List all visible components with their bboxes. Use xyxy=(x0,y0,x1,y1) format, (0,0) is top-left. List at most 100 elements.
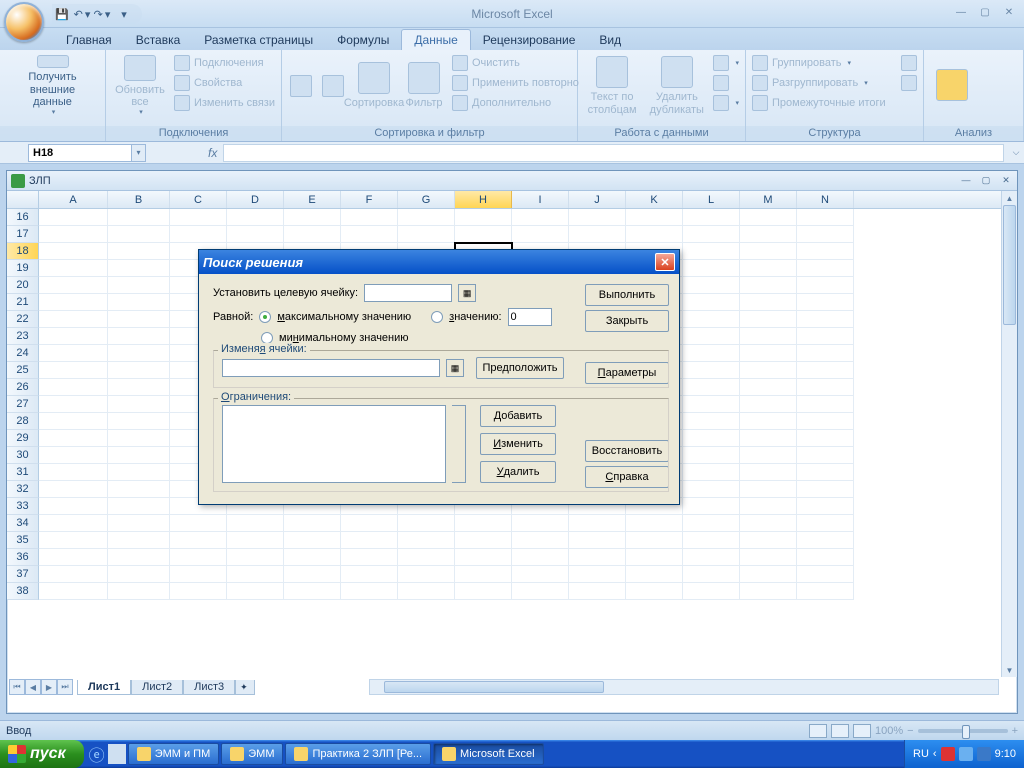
cell[interactable] xyxy=(683,260,740,277)
cell[interactable] xyxy=(39,328,108,345)
cell[interactable] xyxy=(569,226,626,243)
cell[interactable] xyxy=(108,583,170,600)
cell[interactable] xyxy=(341,532,398,549)
tab-Вставка[interactable]: Вставка xyxy=(124,30,193,50)
row-header[interactable]: 33 xyxy=(7,498,39,515)
cell[interactable] xyxy=(170,209,227,226)
cell[interactable] xyxy=(398,566,455,583)
cell[interactable] xyxy=(39,447,108,464)
cell[interactable] xyxy=(455,566,512,583)
cell[interactable] xyxy=(797,413,854,430)
page-layout-view-button[interactable] xyxy=(831,724,849,738)
cell[interactable] xyxy=(108,549,170,566)
formula-input[interactable] xyxy=(223,144,1004,162)
sheet-tab[interactable]: Лист3 xyxy=(183,680,235,695)
changing-cells-input[interactable] xyxy=(222,359,440,377)
cell[interactable] xyxy=(683,532,740,549)
cell[interactable] xyxy=(39,481,108,498)
cell[interactable] xyxy=(108,345,170,362)
cell[interactable] xyxy=(797,243,854,260)
cell[interactable] xyxy=(108,260,170,277)
cell[interactable] xyxy=(108,277,170,294)
cell[interactable] xyxy=(626,583,683,600)
list-scrollbar[interactable] xyxy=(452,405,466,483)
fx-icon[interactable]: fx xyxy=(208,146,217,160)
cell[interactable] xyxy=(227,515,284,532)
filter-button[interactable]: Фильтр xyxy=(400,53,448,119)
cell[interactable] xyxy=(455,515,512,532)
first-sheet-icon[interactable]: ⏮ xyxy=(9,679,25,695)
cell[interactable] xyxy=(740,260,797,277)
normal-view-button[interactable] xyxy=(809,724,827,738)
new-sheet-button[interactable]: ✦ xyxy=(235,680,255,695)
cell[interactable] xyxy=(341,209,398,226)
cell[interactable] xyxy=(683,294,740,311)
cell[interactable] xyxy=(398,549,455,566)
cell[interactable] xyxy=(455,549,512,566)
cell[interactable] xyxy=(39,362,108,379)
column-header[interactable]: E xyxy=(284,191,341,208)
cell[interactable] xyxy=(797,430,854,447)
column-header[interactable]: C xyxy=(170,191,227,208)
sort-asc-button[interactable] xyxy=(286,53,316,119)
assume-button[interactable]: Предположить xyxy=(476,357,564,379)
target-cell-input[interactable] xyxy=(364,284,452,302)
cell[interactable] xyxy=(797,345,854,362)
wb-restore-icon[interactable]: ▢ xyxy=(977,173,995,187)
cell[interactable] xyxy=(170,566,227,583)
column-header[interactable]: D xyxy=(227,191,284,208)
display-icon[interactable] xyxy=(977,747,991,761)
cell[interactable] xyxy=(740,328,797,345)
cell[interactable] xyxy=(455,209,512,226)
ref-picker-icon[interactable]: ▦ xyxy=(446,359,464,377)
row-header[interactable]: 35 xyxy=(7,532,39,549)
cell[interactable] xyxy=(227,583,284,600)
horizontal-scrollbar[interactable] xyxy=(369,679,999,695)
row-header[interactable]: 31 xyxy=(7,464,39,481)
cell[interactable] xyxy=(740,294,797,311)
cell[interactable] xyxy=(683,515,740,532)
cell[interactable] xyxy=(797,464,854,481)
page-break-view-button[interactable] xyxy=(853,724,871,738)
cell[interactable] xyxy=(108,396,170,413)
cell[interactable] xyxy=(797,481,854,498)
cell[interactable] xyxy=(626,226,683,243)
validation-button[interactable]: ▾ xyxy=(711,53,741,73)
cell[interactable] xyxy=(569,532,626,549)
row-header[interactable]: 38 xyxy=(7,583,39,600)
zoom-slider[interactable] xyxy=(918,729,1008,733)
cell[interactable] xyxy=(108,447,170,464)
cell[interactable] xyxy=(108,209,170,226)
cell[interactable] xyxy=(455,583,512,600)
row-header[interactable]: 23 xyxy=(7,328,39,345)
cell[interactable] xyxy=(569,549,626,566)
column-header[interactable]: M xyxy=(740,191,797,208)
cell[interactable] xyxy=(740,498,797,515)
column-header[interactable]: I xyxy=(512,191,569,208)
cell[interactable] xyxy=(284,549,341,566)
subtotal-button[interactable]: Промежуточные итоги xyxy=(750,93,897,113)
cell[interactable] xyxy=(740,243,797,260)
cell[interactable] xyxy=(170,515,227,532)
row-header[interactable]: 29 xyxy=(7,430,39,447)
cell[interactable] xyxy=(683,549,740,566)
cell[interactable] xyxy=(398,532,455,549)
taskbar-item[interactable]: ЭММ и ПМ xyxy=(128,743,220,765)
value-input[interactable] xyxy=(508,308,552,326)
cell[interactable] xyxy=(569,583,626,600)
remove-duplicates-button[interactable]: Удалить дубликаты xyxy=(644,53,709,119)
cell[interactable] xyxy=(108,532,170,549)
ie-icon[interactable]: ⓔ xyxy=(88,744,106,764)
start-button[interactable]: пуск xyxy=(0,740,84,768)
column-header[interactable]: K xyxy=(626,191,683,208)
cell[interactable] xyxy=(284,209,341,226)
redo-icon[interactable]: ↷▾ xyxy=(94,6,110,22)
column-header[interactable]: A xyxy=(39,191,108,208)
cell[interactable] xyxy=(683,464,740,481)
cell[interactable] xyxy=(683,311,740,328)
column-header[interactable]: L xyxy=(683,191,740,208)
constraints-listbox[interactable] xyxy=(222,405,446,483)
column-header[interactable]: G xyxy=(398,191,455,208)
cell[interactable] xyxy=(39,243,108,260)
properties-button[interactable]: Свойства xyxy=(172,73,277,93)
